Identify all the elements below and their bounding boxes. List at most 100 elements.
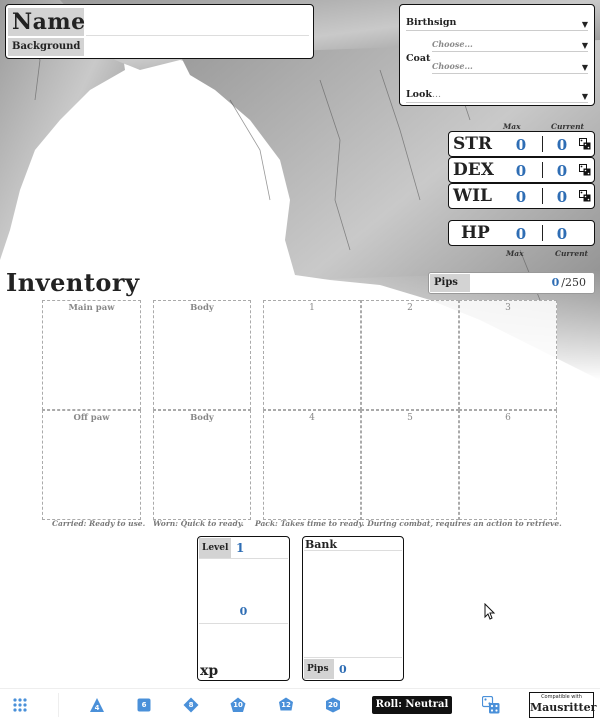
look-select[interactable]: Look... ▼ bbox=[406, 89, 588, 103]
dice-pair-icon[interactable] bbox=[482, 696, 500, 714]
look-placeholder: ... bbox=[431, 89, 441, 100]
stat-str-current[interactable]: 0 bbox=[544, 135, 580, 155]
birthsign-select[interactable]: Birthsign ▼ bbox=[406, 17, 588, 31]
name-input[interactable] bbox=[86, 8, 309, 36]
stat-hp: HP 0 0 bbox=[448, 220, 595, 246]
dice-roll-icon[interactable] bbox=[579, 138, 591, 150]
slot-number: 1 bbox=[309, 303, 315, 313]
stat-divider bbox=[542, 162, 543, 178]
inventory-slot-pack-5[interactable]: 5 bbox=[361, 410, 459, 520]
dice-roll-icon[interactable] bbox=[579, 190, 591, 202]
inventory-title: Inventory bbox=[6, 268, 140, 297]
background-input[interactable] bbox=[86, 38, 309, 56]
stat-wil: WIL 0 0 bbox=[448, 183, 595, 209]
hp-current-header: Current bbox=[555, 249, 589, 258]
coat-field: Coat Choose... ▼ Choose... ▼ bbox=[406, 39, 588, 75]
roll-mode-button[interactable]: Roll: Neutral bbox=[372, 696, 452, 714]
stat-wil-current[interactable]: 0 bbox=[544, 187, 580, 207]
slot-number: 3 bbox=[505, 303, 511, 313]
inventory-slot-pack-2[interactable]: 2 bbox=[361, 300, 459, 410]
chevron-down-icon: ▼ bbox=[581, 19, 588, 29]
stat-dex-current[interactable]: 0 bbox=[544, 161, 580, 181]
d12-label: 12 bbox=[281, 701, 291, 709]
inventory-slot-pack-4[interactable]: 4 bbox=[263, 410, 361, 520]
coat-color-placeholder: Choose... bbox=[432, 39, 473, 49]
divider bbox=[199, 558, 288, 559]
background-label: Background bbox=[8, 38, 84, 56]
pips-value-group: 0/250 bbox=[552, 275, 586, 291]
stat-divider bbox=[542, 225, 543, 241]
divider bbox=[304, 550, 402, 551]
chevron-down-icon: ▼ bbox=[581, 40, 588, 50]
chevron-down-icon: ▼ bbox=[581, 91, 588, 101]
d20-label: 20 bbox=[328, 701, 338, 709]
birthsign-label: Birthsign bbox=[406, 17, 457, 28]
bank-pips-label: Pips bbox=[304, 659, 334, 679]
stat-dex: DEX 0 0 bbox=[448, 157, 595, 183]
divider bbox=[304, 657, 402, 658]
hp-max-header: Max bbox=[506, 249, 524, 258]
slot-label: Body bbox=[190, 303, 214, 313]
bank-pips-value[interactable]: 0 bbox=[339, 663, 347, 676]
d12-button[interactable]: 12 bbox=[278, 697, 294, 713]
toolbar: 4 6 8 10 12 20 Roll: Neutral Compatible … bbox=[0, 688, 600, 720]
inventory-slot-body-2[interactable]: Body bbox=[153, 410, 251, 520]
stat-str: STR 0 0 bbox=[448, 131, 595, 157]
coat-label: Coat bbox=[406, 53, 431, 64]
stat-hp-current[interactable]: 0 bbox=[544, 224, 580, 244]
pips-label: Pips bbox=[430, 274, 470, 292]
stat-wil-max[interactable]: 0 bbox=[501, 187, 541, 207]
xp-value[interactable]: 0 bbox=[198, 605, 289, 618]
stat-dex-label: DEX bbox=[453, 160, 494, 180]
slot-label: Main paw bbox=[68, 303, 115, 313]
stat-str-max[interactable]: 0 bbox=[501, 135, 541, 155]
dice-roll-icon[interactable] bbox=[579, 164, 591, 176]
xp-label: xp bbox=[200, 663, 219, 679]
stat-hp-label: HP bbox=[461, 223, 490, 243]
d4-label: 4 bbox=[94, 704, 100, 712]
name-label: Name bbox=[8, 8, 85, 36]
slot-label: Body bbox=[190, 413, 214, 423]
stat-str-label: STR bbox=[453, 134, 493, 154]
stats-current-header: Current bbox=[551, 122, 585, 131]
slot-number: 4 bbox=[309, 413, 315, 423]
mausritter-compat-logo: Compatible with Mausritter bbox=[529, 692, 597, 718]
bank-panel: Bank Pips 0 bbox=[302, 536, 404, 681]
caption-pack: Pack: Takes time to ready. During combat… bbox=[255, 519, 562, 528]
stat-dex-max[interactable]: 0 bbox=[501, 161, 541, 181]
inventory-slot-body-1[interactable]: Body bbox=[153, 300, 251, 410]
stat-hp-max[interactable]: 0 bbox=[501, 224, 541, 244]
inventory-slot-pack-3[interactable]: 3 bbox=[459, 300, 557, 410]
stat-divider bbox=[542, 136, 543, 152]
coat-pattern-select[interactable]: Choose... ▼ bbox=[432, 61, 588, 74]
d6-label: 6 bbox=[141, 701, 147, 709]
compat-subtitle: Compatible with bbox=[541, 694, 582, 700]
coat-pattern-placeholder: Choose... bbox=[432, 61, 473, 71]
name-panel: Name Background bbox=[5, 4, 314, 59]
d8-button[interactable]: 8 bbox=[183, 697, 199, 713]
slot-number: 5 bbox=[407, 413, 413, 423]
inventory-slot-pack-6[interactable]: 6 bbox=[459, 410, 557, 520]
d4-button[interactable]: 4 bbox=[89, 697, 105, 713]
coat-color-select[interactable]: Choose... ▼ bbox=[432, 39, 588, 52]
mouse-cursor-icon bbox=[484, 603, 496, 620]
level-value[interactable]: 1 bbox=[236, 541, 244, 555]
caption-worn: Worn: Quick to ready. bbox=[153, 519, 244, 528]
d10-button[interactable]: 10 bbox=[230, 697, 246, 713]
menu-grid-icon[interactable] bbox=[13, 698, 27, 712]
inventory-slot-main-paw[interactable]: Main paw bbox=[42, 300, 141, 410]
caption-carried: Carried: Ready to use. bbox=[52, 519, 146, 528]
stat-wil-label: WIL bbox=[453, 186, 492, 206]
slot-number: 2 bbox=[407, 303, 413, 313]
pips-value[interactable]: 0 bbox=[552, 276, 560, 289]
inventory-slot-pack-1[interactable]: 1 bbox=[263, 300, 361, 410]
d20-button[interactable]: 20 bbox=[325, 697, 341, 713]
compat-title: Mausritter bbox=[530, 701, 597, 714]
bank-contents-area[interactable] bbox=[305, 553, 401, 656]
d6-button[interactable]: 6 bbox=[136, 697, 152, 713]
identity-panel: Birthsign ▼ Coat Choose... ▼ Choose... ▼… bbox=[399, 4, 595, 106]
toolbar-divider bbox=[58, 693, 59, 717]
level-label: Level bbox=[199, 538, 231, 558]
inventory-slot-off-paw[interactable]: Off paw bbox=[42, 410, 141, 520]
slot-number: 6 bbox=[505, 413, 511, 423]
